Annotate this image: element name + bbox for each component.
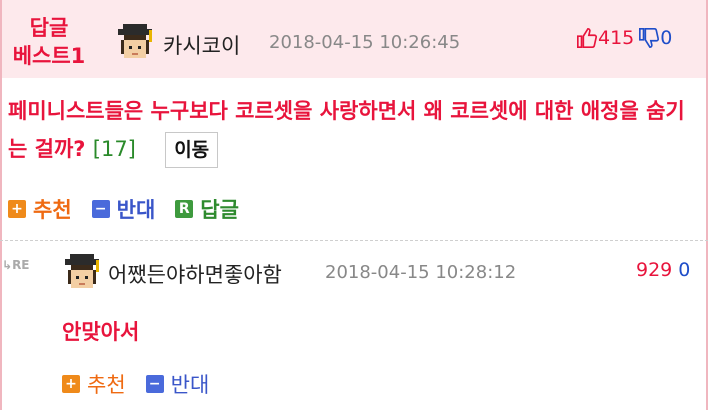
move-button[interactable]: 이동 (165, 132, 219, 168)
best-reply-actions: + 추천 − 반대 R 답글 (8, 194, 259, 224)
reply-downvote-count[interactable]: 0 (678, 259, 690, 281)
best-reply-content: 페미니스트들은 누구보다 코르셋을 사랑하면서 왜 코르셋에 대한 애정을 숨기… (8, 92, 698, 168)
avatar-icon[interactable] (115, 22, 155, 62)
oppose-button[interactable]: − 반대 (91, 194, 155, 224)
reply-author-name[interactable]: 어쨌든야하면좋아함 (108, 259, 282, 289)
reply-vote-counts: 929 0 (636, 259, 690, 281)
minus-icon: − (145, 375, 164, 393)
reply-post-date: 2018-04-15 10:28:12 (325, 262, 517, 283)
minus-icon: − (91, 200, 110, 218)
upvote-count: 415 (598, 27, 635, 49)
thumbs-down-icon[interactable] (638, 27, 660, 49)
reply-r-icon: R (175, 200, 194, 218)
re-indicator: ↳RE (2, 258, 30, 272)
reply-content: 안맞아서 (62, 320, 140, 344)
oppose-button[interactable]: − 반대 (145, 369, 209, 399)
thumbs-up-icon[interactable] (576, 27, 598, 49)
author-name[interactable]: 카시코이 (163, 30, 240, 60)
downvote-count: 0 (660, 27, 673, 49)
vote-counts: 415 0 (576, 27, 672, 49)
plus-icon: + (62, 375, 80, 393)
best-reply-badge: 답글 베스트1 (12, 16, 86, 68)
reply-upvote-count[interactable]: 929 (636, 259, 672, 281)
divider (0, 240, 708, 241)
reply-arrow-icon: ↳ (2, 258, 13, 272)
post-date: 2018-04-15 10:26:45 (269, 32, 461, 53)
recommend-button[interactable]: + 추천 (62, 369, 126, 399)
best-reply-header: 답글 베스트1 카시코이 2018-04-15 10:26:45 415 0 (2, 0, 706, 78)
reply-button[interactable]: R 답글 (175, 194, 239, 224)
plus-icon: + (8, 200, 26, 218)
recommend-button[interactable]: + 추천 (8, 194, 72, 224)
reply-actions: + 추천 − 반대 (62, 369, 229, 399)
reply-count[interactable]: [17] (93, 137, 136, 161)
avatar-icon[interactable] (62, 252, 102, 292)
